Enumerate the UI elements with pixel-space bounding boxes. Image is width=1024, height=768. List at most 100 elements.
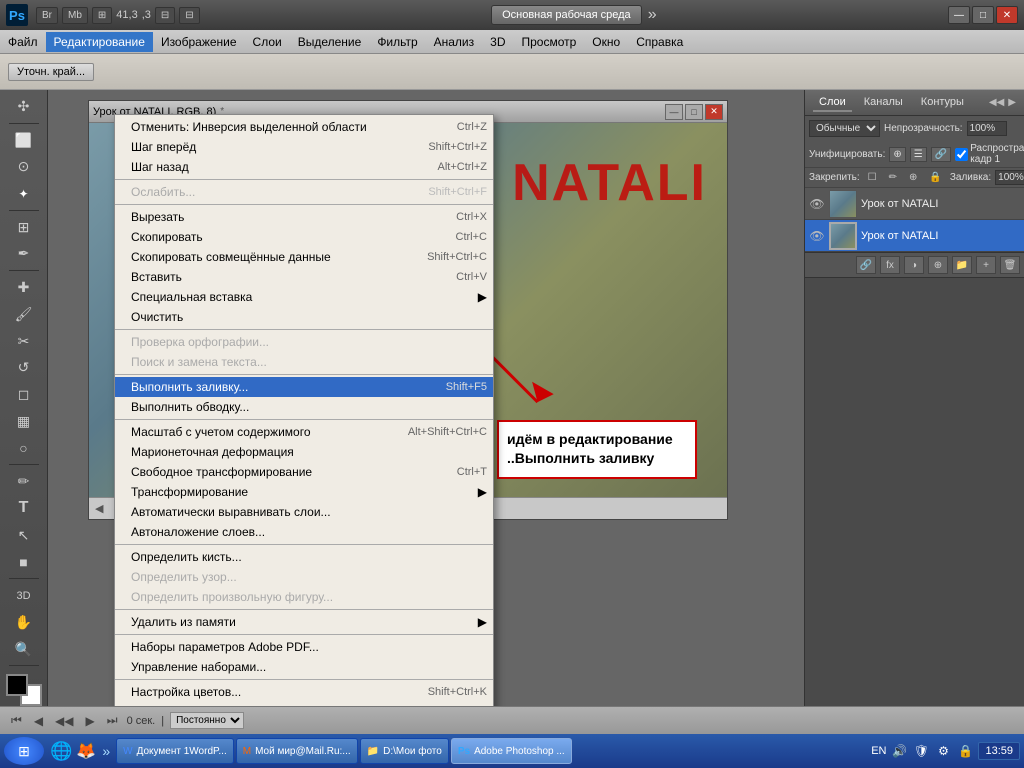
tool-heal[interactable]: ✚ xyxy=(6,275,42,300)
menu-content-aware[interactable]: Масштаб с учетом содержимого Alt+Shift+C… xyxy=(115,422,493,442)
tool-move[interactable]: ✣ xyxy=(6,94,42,119)
tray-icon-1[interactable]: 🔊 xyxy=(890,742,908,760)
taskbar-fox-icon[interactable]: 🦊 xyxy=(76,741,96,761)
menu-auto-align[interactable]: Автоматически выравнивать слои... xyxy=(115,502,493,522)
menu-auto-blend[interactable]: Автоналожение слоев... xyxy=(115,522,493,542)
arrange-btn[interactable]: ⊞ xyxy=(92,7,112,24)
layer-item-2[interactable]: 👁 Урок от NATALI xyxy=(805,220,1024,252)
mini-bridge-btn[interactable]: Mb xyxy=(62,7,88,24)
menu-help[interactable]: Справка xyxy=(628,32,691,52)
menu-puppet-warp[interactable]: Марионеточная деформация xyxy=(115,442,493,462)
unify-icon2[interactable]: ☰ xyxy=(910,147,927,162)
playback-play[interactable]: ▶ xyxy=(83,712,98,730)
menu-define-brush[interactable]: Определить кисть... xyxy=(115,547,493,567)
playback-first[interactable]: ⏮ xyxy=(8,711,25,730)
tool-dodge[interactable]: ○ xyxy=(6,436,42,461)
menu-assign-profile[interactable]: Назначить профиль... xyxy=(115,702,493,706)
menu-adobe-pdf[interactable]: Наборы параметров Adobe PDF... xyxy=(115,637,493,657)
tool-gradient[interactable]: ▦ xyxy=(6,409,42,434)
close-button[interactable]: ✕ xyxy=(996,6,1018,24)
tray-icon-3[interactable]: ⚙ xyxy=(934,742,952,760)
tool-hand[interactable]: ✋ xyxy=(6,610,42,635)
menu-analysis[interactable]: Анализ xyxy=(426,32,483,52)
menu-step-fwd[interactable]: Шаг вперёд Shift+Ctrl+Z xyxy=(115,137,493,157)
menu-view[interactable]: Просмотр xyxy=(513,32,584,52)
tab-layers[interactable]: Слои xyxy=(813,94,852,112)
menu-step-back[interactable]: Шаг назад Alt+Ctrl+Z xyxy=(115,157,493,177)
lock-position[interactable]: ⊕ xyxy=(905,170,921,185)
layer-item-1[interactable]: 👁 Урок от NATALI xyxy=(805,188,1024,220)
tray-icon-2[interactable]: 🛡 xyxy=(912,742,930,760)
new-group-btn[interactable]: 📁 xyxy=(952,256,972,274)
minimize-button[interactable]: — xyxy=(948,6,970,24)
menu-copy[interactable]: Скопировать Ctrl+C xyxy=(115,227,493,247)
tool-path-select[interactable]: ↖ xyxy=(6,523,42,548)
workspace-button[interactable]: Основная рабочая среда xyxy=(491,5,642,25)
menu-define-shape[interactable]: Определить произвольную фигуру... xyxy=(115,587,493,607)
tab-channels[interactable]: Каналы xyxy=(858,94,909,112)
menu-clear[interactable]: Очистить xyxy=(115,307,493,327)
new-layer-btn[interactable]: + xyxy=(976,256,996,274)
menu-copy-merged[interactable]: Скопировать совмещённые данные Shift+Ctr… xyxy=(115,247,493,267)
add-style-btn[interactable]: fx xyxy=(880,256,900,274)
menu-window[interactable]: Окно xyxy=(584,32,628,52)
doc-close[interactable]: ✕ xyxy=(705,104,723,120)
menu-spellcheck[interactable]: Проверка орфографии... xyxy=(115,332,493,352)
refine-edge-button[interactable]: Уточн. край... xyxy=(8,63,94,81)
loop-select[interactable]: Постоянно xyxy=(170,712,244,729)
blend-mode-select[interactable]: Обычные xyxy=(809,120,880,137)
tool-options-btn[interactable]: ⊟ xyxy=(179,7,199,24)
menu-layers[interactable]: Слои xyxy=(245,32,290,52)
lock-transparent[interactable]: ☐ xyxy=(864,170,881,185)
tool-3d[interactable]: 3D xyxy=(6,583,42,608)
foreground-color-swatch[interactable] xyxy=(6,674,28,696)
bridge-btn[interactable]: Br xyxy=(36,7,58,24)
tool-clone[interactable]: ✂ xyxy=(6,329,42,354)
tool-pen[interactable]: ✏ xyxy=(6,469,42,494)
layer-visibility-1[interactable]: 👁 xyxy=(809,196,825,212)
menu-cut[interactable]: Вырезать Ctrl+X xyxy=(115,207,493,227)
taskbar-photoshop[interactable]: Ps Adobe Photoshop ... xyxy=(451,738,572,764)
start-button[interactable]: ⊞ xyxy=(4,737,44,765)
lang-indicator[interactable]: EN xyxy=(871,745,886,757)
taskbar-nav-icon[interactable]: » xyxy=(102,743,110,759)
delete-layer-btn[interactable]: 🗑 xyxy=(1000,256,1020,274)
doc-minimize[interactable]: — xyxy=(665,104,683,120)
tool-eyedropper[interactable]: ✒ xyxy=(6,242,42,267)
menu-edit[interactable]: Редактирование xyxy=(46,32,153,52)
layer-visibility-2[interactable]: 👁 xyxy=(809,228,825,244)
taskbar-word[interactable]: W Документ 1WordP... xyxy=(116,738,234,764)
add-mask-btn[interactable]: ◑ xyxy=(904,256,924,274)
spread-checkbox[interactable] xyxy=(955,148,968,161)
menu-purge[interactable]: Удалить из памяти ▶ xyxy=(115,612,493,632)
tab-paths[interactable]: Контуры xyxy=(915,94,970,112)
menu-paste[interactable]: Вставить Ctrl+V xyxy=(115,267,493,287)
link-layers-btn[interactable]: 🔗 xyxy=(856,256,876,274)
taskbar-ie-icon[interactable]: 🌐 xyxy=(50,741,72,762)
tool-shape[interactable]: ■ xyxy=(6,550,42,575)
menu-file[interactable]: Файл xyxy=(0,32,46,52)
menu-paste-special[interactable]: Специальная вставка ▶ xyxy=(115,287,493,307)
playback-last[interactable]: ⏭ xyxy=(104,711,121,730)
tool-type[interactable]: T xyxy=(6,496,42,521)
status-arrow-left[interactable]: ◀ xyxy=(95,502,103,515)
menu-3d[interactable]: 3D xyxy=(482,32,513,52)
menu-stroke[interactable]: Выполнить обводку... xyxy=(115,397,493,417)
lock-all[interactable]: 🔒 xyxy=(925,170,945,185)
tool-eraser[interactable]: ◻ xyxy=(6,382,42,407)
expand-workspace-btn[interactable]: » xyxy=(648,6,657,24)
menu-color-settings[interactable]: Настройка цветов... Shift+Ctrl+K xyxy=(115,682,493,702)
tool-select-rect[interactable]: ⬜ xyxy=(6,128,42,153)
unify-icon3[interactable]: 🔗 xyxy=(931,147,951,162)
menu-transform[interactable]: Трансформирование ▶ xyxy=(115,482,493,502)
playback-prev[interactable]: ◀ xyxy=(31,712,46,730)
menu-fade[interactable]: Ослабить... Shift+Ctrl+F xyxy=(115,182,493,202)
doc-maximize[interactable]: □ xyxy=(685,104,703,120)
menu-image[interactable]: Изображение xyxy=(153,32,245,52)
fill-input[interactable] xyxy=(995,170,1024,185)
tray-icon-4[interactable]: 🔒 xyxy=(956,742,974,760)
playback-step-back[interactable]: ◀◀ xyxy=(52,712,76,730)
view-btn[interactable]: ⊟ xyxy=(155,7,175,24)
taskbar-mail[interactable]: M Мой мир@Mail.Ru:... xyxy=(236,738,358,764)
menu-find-replace[interactable]: Поиск и замена текста... xyxy=(115,352,493,372)
